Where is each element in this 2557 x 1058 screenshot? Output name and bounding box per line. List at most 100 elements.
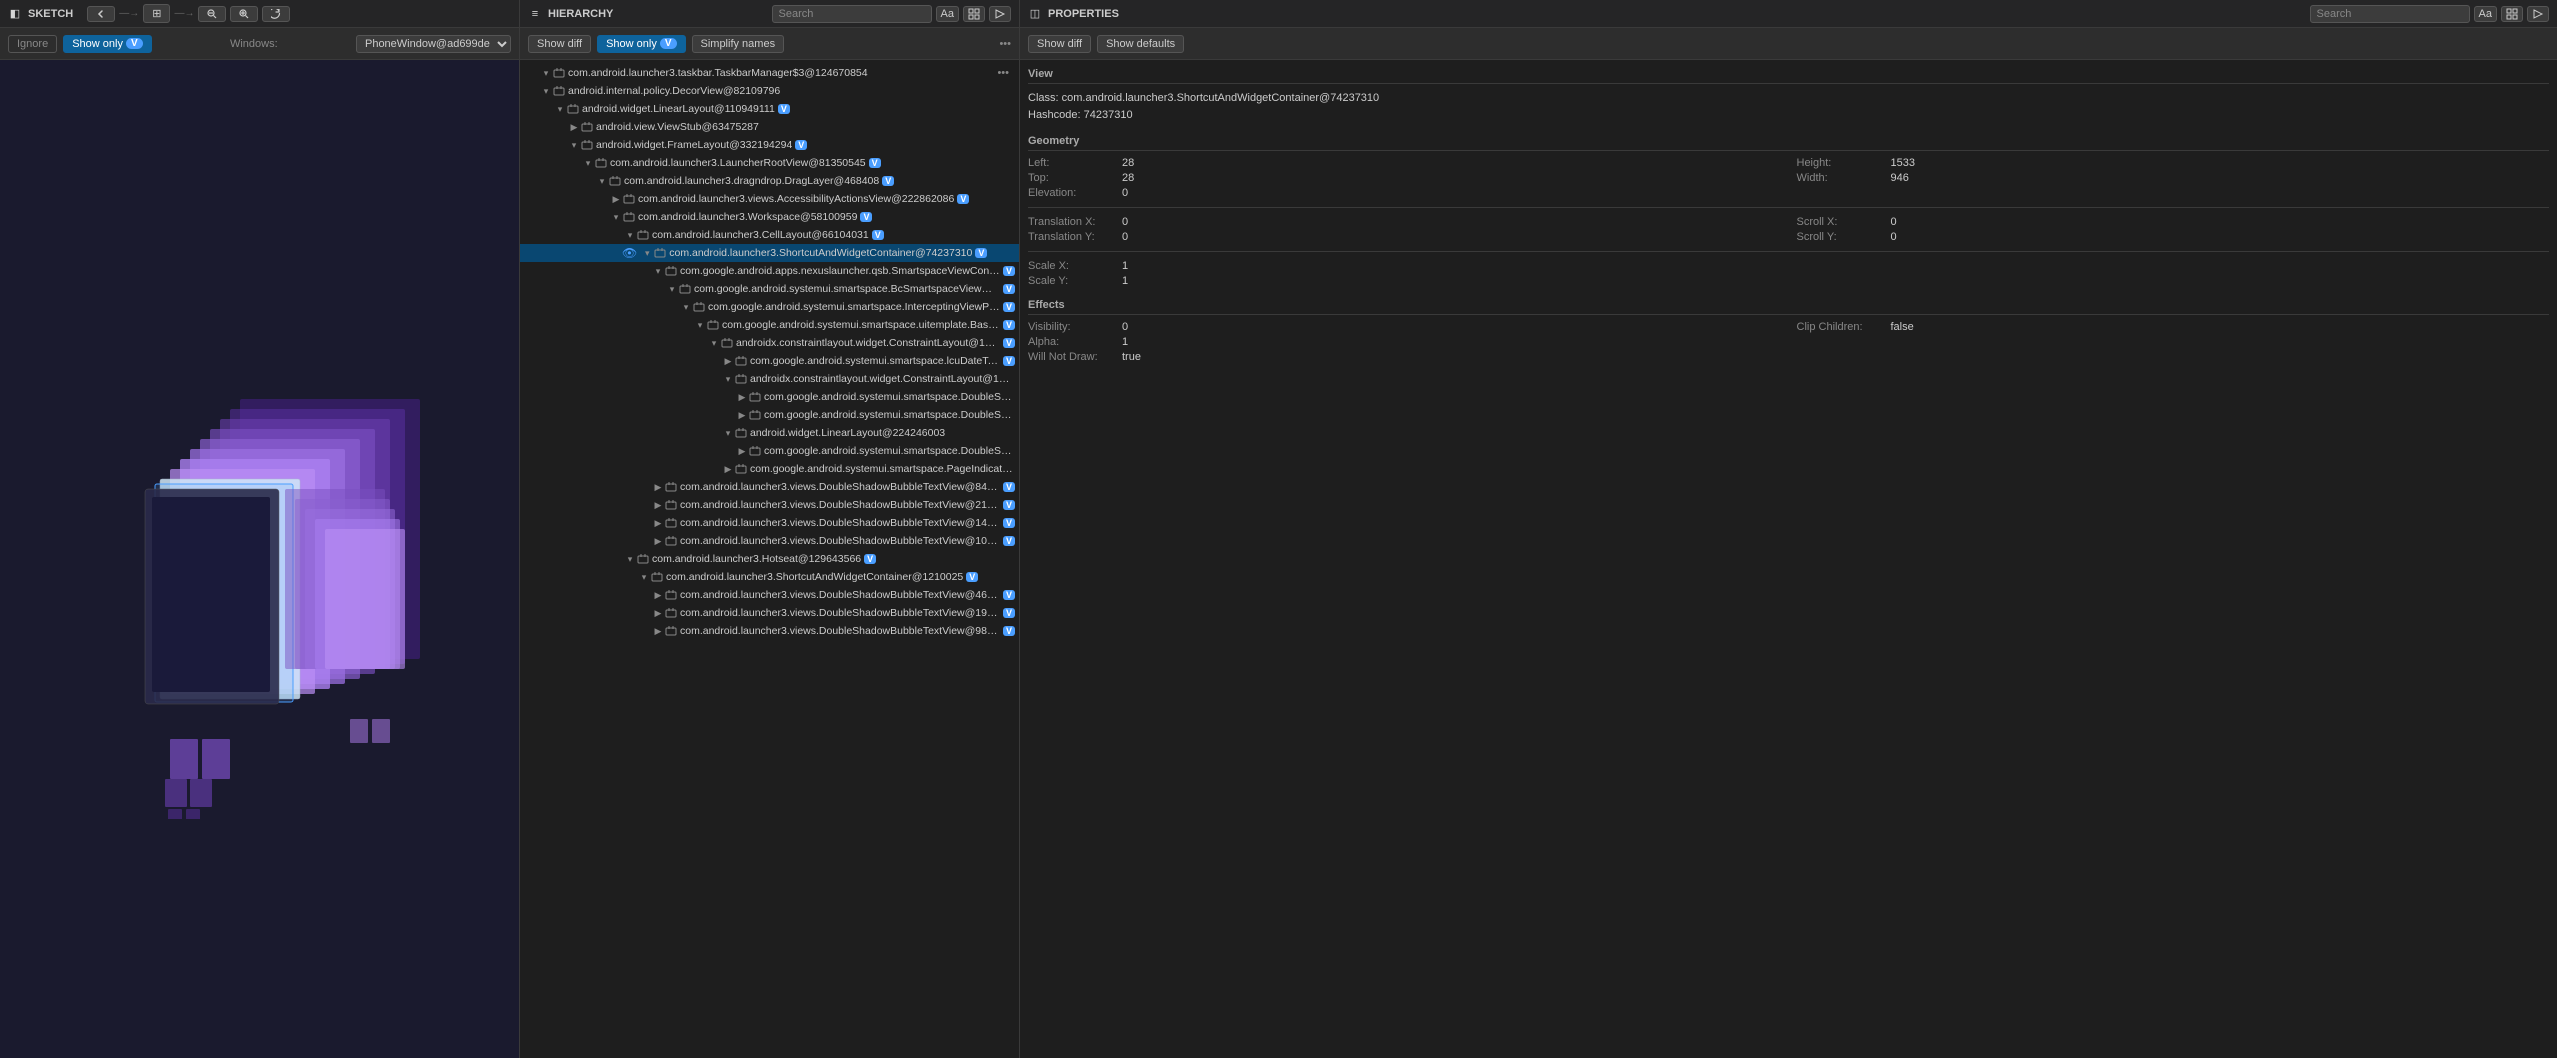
properties-show-diff-btn[interactable]: Show diff <box>1028 35 1091 53</box>
tree-item-14[interactable]: ▾ com.google.android.systemui.smartspace… <box>520 298 1019 316</box>
tree-item-28[interactable]: ▾ com.android.launcher3.Hotseat@12964356… <box>520 550 1019 568</box>
tree-item-16[interactable]: ▾ androidx.constraintlayout.widget.Const… <box>520 334 1019 352</box>
tree-item-22[interactable]: ▶ com.google.android.systemui.smartspace… <box>520 442 1019 460</box>
tree-node-icon <box>748 444 762 458</box>
sketch-zoom-in[interactable] <box>230 6 258 22</box>
hashcode-label: Hashcode: <box>1028 109 1081 121</box>
show-only-button[interactable]: Show only V <box>63 35 151 53</box>
tree-item-25[interactable]: ▶ com.android.launcher3.views.DoubleShad… <box>520 496 1019 514</box>
tree-item-24[interactable]: ▶ com.android.launcher3.views.DoubleShad… <box>520 478 1019 496</box>
properties-icon-btn2[interactable] <box>2527 6 2549 22</box>
v-badge: V <box>975 248 987 258</box>
tree-item-5[interactable]: ▾ android.widget.FrameLayout@332194294V <box>520 136 1019 154</box>
tree-toggle[interactable]: ▾ <box>641 247 653 259</box>
tree-item-26[interactable]: ▶ com.android.launcher3.views.DoubleShad… <box>520 514 1019 532</box>
tree-toggle[interactable]: ▶ <box>736 445 748 457</box>
tree-label: com.android.launcher3.Workspace@58100959 <box>638 211 857 223</box>
hierarchy-icon-btn2[interactable] <box>989 6 1011 22</box>
tree-label: com.android.launcher3.taskbar.TaskbarMan… <box>568 67 868 79</box>
hierarchy-search-input[interactable] <box>772 5 932 23</box>
tree-toggle[interactable]: ▾ <box>666 283 678 295</box>
tree-item-29[interactable]: ▾ com.android.launcher3.ShortcutAndWidge… <box>520 568 1019 586</box>
hierarchy-show-diff-btn[interactable]: Show diff <box>528 35 591 53</box>
tree-toggle[interactable]: ▶ <box>652 517 664 529</box>
hierarchy-text-size-btn[interactable]: Aa <box>936 6 959 22</box>
tree-toggle[interactable]: ▶ <box>736 409 748 421</box>
properties-text-size-btn[interactable]: Aa <box>2474 6 2497 22</box>
tree-item-10[interactable]: ▾ com.android.launcher3.CellLayout@66104… <box>520 226 1019 244</box>
tree-item-3[interactable]: ▾ android.widget.LinearLayout@110949111V <box>520 100 1019 118</box>
sketch-nav-line2: —→ <box>174 8 194 19</box>
tree-node-icon <box>664 606 678 620</box>
tree-toggle[interactable]: ▶ <box>652 535 664 547</box>
tree-item-6[interactable]: ▾ com.android.launcher3.LauncherRootView… <box>520 154 1019 172</box>
tree-toggle[interactable]: ▶ <box>568 121 580 133</box>
sketch-nav-grid[interactable]: ⊞ <box>143 4 170 23</box>
tree-toggle[interactable]: ▾ <box>540 85 552 97</box>
tree-toggle[interactable]: ▶ <box>652 607 664 619</box>
tree-item-27[interactable]: ▶ com.android.launcher3.views.DoubleShad… <box>520 532 1019 550</box>
tree-toggle[interactable]: ▾ <box>568 139 580 151</box>
tree-item-21[interactable]: ▾ android.widget.LinearLayout@224246003 <box>520 424 1019 442</box>
tree-item-9[interactable]: ▾ com.android.launcher3.Workspace@581009… <box>520 208 1019 226</box>
tree-item-11[interactable]: 👁▾ com.android.launcher3.ShortcutAndWidg… <box>520 244 1019 262</box>
tree-toggle[interactable]: ▶ <box>652 481 664 493</box>
properties-show-defaults-btn[interactable]: Show defaults <box>1097 35 1184 53</box>
tree-toggle[interactable]: ▾ <box>596 175 608 187</box>
tree-item-2[interactable]: ▾ android.internal.policy.DecorView@8210… <box>520 82 1019 100</box>
tree-item-12[interactable]: ▾ com.google.android.apps.nexuslauncher.… <box>520 262 1019 280</box>
height-row: Height: 1533 <box>1797 157 2550 169</box>
tree-item-4[interactable]: ▶ android.view.ViewStub@63475287 <box>520 118 1019 136</box>
scale-x-val: 1 <box>1122 260 1128 272</box>
hierarchy-simplify-btn[interactable]: Simplify names <box>692 35 785 53</box>
properties-icon-btn1[interactable] <box>2501 6 2523 22</box>
tree-toggle[interactable]: ▾ <box>694 319 706 331</box>
tree-toggle[interactable]: ▾ <box>624 553 636 565</box>
tree-node-icon <box>608 174 622 188</box>
tree-item-20[interactable]: ▶ com.google.android.systemui.smartspace… <box>520 406 1019 424</box>
tree-item-30[interactable]: ▶ com.android.launcher3.views.DoubleShad… <box>520 586 1019 604</box>
tree-toggle[interactable]: ▶ <box>722 463 734 475</box>
tree-item-32[interactable]: ▶ com.android.launcher3.views.DoubleShad… <box>520 622 1019 640</box>
tree-item-13[interactable]: ▾ com.google.android.systemui.smartspace… <box>520 280 1019 298</box>
more-dots-icon[interactable]: ••• <box>997 67 1015 79</box>
tree-item-23[interactable]: ▶ com.google.android.systemui.smartspace… <box>520 460 1019 478</box>
tree-item-7[interactable]: ▾ com.android.launcher3.dragndrop.DragLa… <box>520 172 1019 190</box>
tree-toggle[interactable]: ▾ <box>582 157 594 169</box>
tree-toggle[interactable]: ▾ <box>610 211 622 223</box>
tree-item-18[interactable]: ▾ androidx.constraintlayout.widget.Const… <box>520 370 1019 388</box>
sketch-zoom-out[interactable] <box>198 6 226 22</box>
tree-toggle[interactable]: ▾ <box>680 301 692 313</box>
tree-toggle[interactable]: ▶ <box>652 499 664 511</box>
tree-toggle[interactable]: ▶ <box>652 589 664 601</box>
tree-item-19[interactable]: ▶ com.google.android.systemui.smartspace… <box>520 388 1019 406</box>
windows-select[interactable]: PhoneWindow@ad699de <box>356 35 511 53</box>
tree-item-15[interactable]: ▾ com.google.android.systemui.smartspace… <box>520 316 1019 334</box>
trans-y-val: 0 <box>1122 231 1128 243</box>
tree-toggle[interactable]: ▾ <box>722 373 734 385</box>
tree-item-1[interactable]: ▾ com.android.launcher3.taskbar.TaskbarM… <box>520 64 1019 82</box>
sketch-title: SKETCH <box>28 8 73 20</box>
sketch-nav-back[interactable] <box>87 6 115 22</box>
tree-toggle[interactable]: ▶ <box>610 193 622 205</box>
tree-toggle[interactable]: ▶ <box>722 355 734 367</box>
tree-toggle[interactable]: ▾ <box>708 337 720 349</box>
tree-item-8[interactable]: ▶ com.android.launcher3.views.Accessibil… <box>520 190 1019 208</box>
tree-toggle[interactable]: ▾ <box>722 427 734 439</box>
tree-toggle[interactable]: ▾ <box>652 265 664 277</box>
hierarchy-more-dots[interactable]: ••• <box>999 38 1011 50</box>
sketch-refresh[interactable] <box>262 6 290 22</box>
tree-item-17[interactable]: ▶ com.google.android.systemui.smartspace… <box>520 352 1019 370</box>
tree-toggle[interactable]: ▾ <box>638 571 650 583</box>
tree-item-31[interactable]: ▶ com.android.launcher3.views.DoubleShad… <box>520 604 1019 622</box>
properties-search-input[interactable] <box>2310 5 2470 23</box>
tree-toggle[interactable]: ▾ <box>554 103 566 115</box>
hierarchy-icon-btn1[interactable] <box>963 6 985 22</box>
tree-label: android.widget.FrameLayout@332194294 <box>596 139 792 151</box>
ignore-button[interactable]: Ignore <box>8 35 57 53</box>
hierarchy-show-only-btn[interactable]: Show only V <box>597 35 685 53</box>
tree-toggle[interactable]: ▶ <box>652 625 664 637</box>
tree-toggle[interactable]: ▶ <box>736 391 748 403</box>
tree-toggle[interactable]: ▾ <box>624 229 636 241</box>
tree-toggle[interactable]: ▾ <box>540 67 552 79</box>
